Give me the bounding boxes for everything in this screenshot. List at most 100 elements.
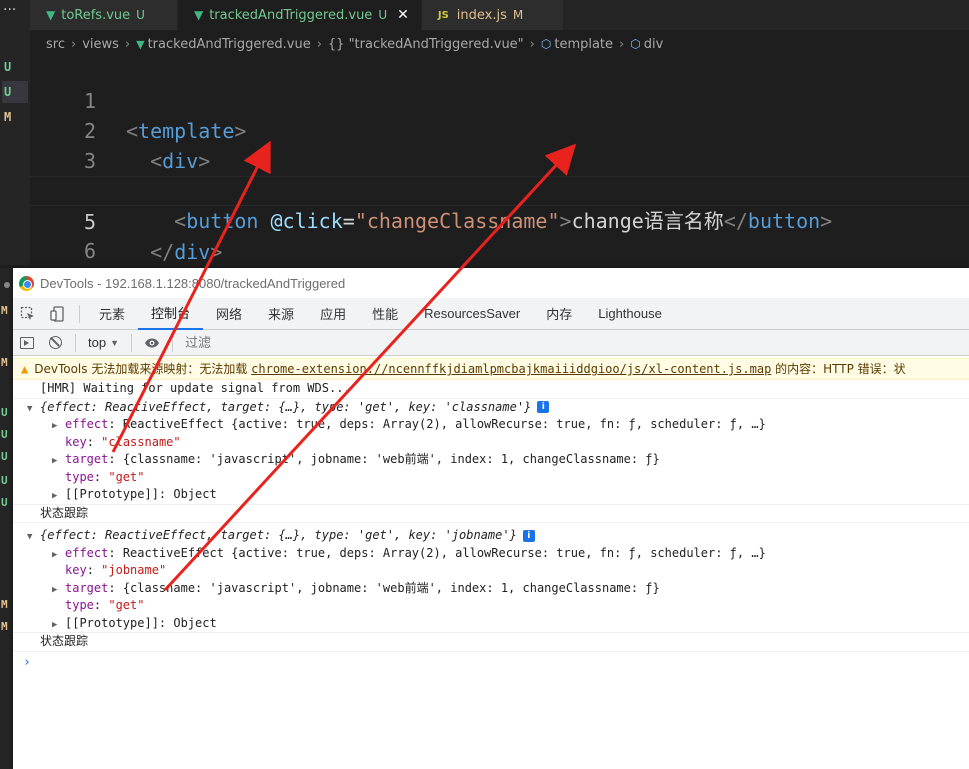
tab-lighthouse[interactable]: Lighthouse bbox=[585, 298, 675, 330]
symbol-cube-icon: ⬡ bbox=[540, 37, 552, 51]
expanded-triangle-icon: ▼ bbox=[27, 403, 33, 414]
sourcemap-link[interactable]: chrome-extension://ncennffkjdiamlpmcbajk… bbox=[251, 362, 771, 376]
tab-trackedandtriggered[interactable]: ▼ trackedAndTriggered.vue U ✕ bbox=[177, 0, 422, 30]
hmr-log: [HMR] Waiting for update signal from WDS… bbox=[40, 381, 351, 395]
property-row: key: "jobname" bbox=[65, 563, 167, 577]
collapsed-triangle-icon: ▶ bbox=[52, 584, 58, 595]
breadcrumb-item[interactable]: div bbox=[644, 37, 664, 52]
property-row[interactable]: ▶ target: {classname: 'javascript', jobna… bbox=[13, 451, 969, 469]
git-status-untracked: U bbox=[4, 60, 12, 74]
collapsed-triangle-icon: ▶ bbox=[52, 619, 58, 630]
property-row[interactable]: ▶ target: {classname: 'javascript', jobna… bbox=[13, 580, 969, 598]
devtools-panel-tabs: 元素 控制台 网络 来源 应用 性能 ResourcesSaver 内存 Lig… bbox=[13, 298, 969, 330]
info-icon[interactable]: i bbox=[522, 529, 535, 542]
object-summary[interactable]: ▼ {effect: ReactiveEffect, target: {…}, t… bbox=[13, 527, 969, 545]
js-file-icon: JS bbox=[437, 9, 449, 21]
tab-memory[interactable]: 内存 bbox=[533, 298, 585, 330]
code-line: 2 <div> bbox=[30, 86, 969, 173]
console-message: 状态跟踪 bbox=[13, 505, 969, 523]
breadcrumb-item[interactable]: views bbox=[82, 37, 119, 52]
tab-application[interactable]: 应用 bbox=[307, 298, 359, 330]
property-row[interactable]: ▶ effect: ReactiveEffect {active: true, d… bbox=[13, 416, 969, 434]
code-editor[interactable]: 1 <template> 2 <div> 3 <div>{{ classname… bbox=[30, 56, 969, 293]
git-status-untracked: U bbox=[1, 474, 8, 487]
breadcrumb-item[interactable]: template bbox=[554, 37, 613, 52]
devtools-titlebar: DevTools - 192.168.1.128:8080/trackedAnd… bbox=[13, 268, 969, 298]
breadcrumb-item[interactable]: src bbox=[46, 37, 65, 52]
sidebar-toggle-icon[interactable] bbox=[13, 330, 41, 356]
vue-file-icon: ▼ bbox=[46, 8, 56, 22]
close-icon[interactable]: ✕ bbox=[397, 7, 409, 23]
expanded-triangle-icon: ▼ bbox=[27, 532, 33, 542]
more-actions-icon[interactable]: ··· bbox=[3, 2, 16, 18]
git-status-untracked: U bbox=[1, 406, 8, 419]
git-status-modified: M bbox=[1, 620, 8, 633]
code-line: 6 </template> bbox=[30, 206, 969, 293]
git-status-untracked: U bbox=[1, 496, 8, 509]
symbol-cube-icon: ⬡ bbox=[630, 37, 641, 51]
context-selector[interactable]: top ▼ bbox=[82, 335, 125, 350]
chevron-right-icon: › bbox=[529, 36, 535, 52]
window-title: DevTools - 192.168.1.128:8080/trackedAnd… bbox=[40, 275, 346, 291]
property-row: type: "get" bbox=[65, 469, 145, 484]
state-tracking-log: 状态跟踪 bbox=[40, 505, 89, 520]
eye-icon[interactable] bbox=[138, 330, 166, 356]
tab-network[interactable]: 网络 bbox=[203, 298, 255, 330]
tab-sources[interactable]: 来源 bbox=[255, 298, 307, 330]
dot-icon bbox=[4, 282, 10, 288]
device-toolbar-icon[interactable] bbox=[43, 298, 73, 330]
chrome-icon bbox=[19, 275, 34, 291]
tab-torefs[interactable]: ▼ toRefs.vue U bbox=[30, 0, 178, 30]
property-row[interactable]: ▶ effect: ReactiveEffect {active: true, d… bbox=[13, 545, 969, 563]
git-status-modified: M bbox=[1, 598, 8, 611]
activity-bar: ··· U U M bbox=[0, 0, 30, 265]
console-object-log: ▼ {effect: ReactiveEffect, target: {…}, t… bbox=[13, 527, 969, 633]
tab-performance[interactable]: 性能 bbox=[359, 298, 411, 330]
git-status-untracked: U bbox=[2, 81, 28, 103]
inspect-element-icon[interactable] bbox=[13, 298, 43, 330]
tab-label: trackedAndTriggered.vue bbox=[209, 7, 373, 23]
git-status-modified: M bbox=[4, 110, 12, 124]
explorer-strip: M M U U U U U M M bbox=[0, 268, 13, 769]
chevron-right-icon: › bbox=[70, 36, 77, 52]
tab-label: toRefs.vue bbox=[61, 7, 131, 23]
divider bbox=[75, 333, 76, 352]
code-line: 7 bbox=[30, 236, 969, 293]
divider bbox=[79, 304, 80, 323]
prompt-chevron-icon: › bbox=[23, 654, 31, 670]
git-status-untracked: U bbox=[1, 450, 8, 463]
property-row: key: "classname" bbox=[65, 434, 181, 449]
vue-file-icon: ▼ bbox=[193, 8, 204, 22]
tab-index-js[interactable]: JS index.js M bbox=[421, 0, 565, 30]
editor-tab-bar: ▼ toRefs.vue U ▼ trackedAndTriggered.vue… bbox=[30, 0, 969, 30]
property-row[interactable]: ▶ [[Prototype]]: Object bbox=[13, 486, 969, 504]
git-status-modified: M bbox=[1, 304, 8, 317]
property-row[interactable]: ▶ [[Prototype]]: Object bbox=[13, 615, 969, 633]
breadcrumb-item[interactable]: {} "trackedAndTriggered.vue" bbox=[328, 37, 524, 52]
tab-elements[interactable]: 元素 bbox=[86, 298, 138, 330]
code-line: 4 <button @click="changeClassname">chang… bbox=[30, 146, 969, 233]
tab-console[interactable]: 控制台 bbox=[138, 298, 204, 330]
tab-git-state: U bbox=[378, 8, 388, 22]
collapsed-triangle-icon: ▶ bbox=[52, 456, 58, 466]
console-prompt[interactable]: › bbox=[13, 652, 969, 674]
console-object-log: ▼ {effect: ReactiveEffect, target: {…}, t… bbox=[13, 399, 969, 505]
divider bbox=[172, 333, 173, 352]
breadcrumb-item[interactable]: trackedAndTriggered.vue bbox=[148, 37, 311, 52]
state-tracking-log: 状态跟踪 bbox=[40, 634, 89, 648]
console-output: ▲ DevTools 无法加载来源映射：无法加载 chrome-extension… bbox=[13, 358, 969, 674]
caret-down-icon: ▼ bbox=[110, 337, 119, 348]
tab-git-state: M bbox=[512, 8, 524, 22]
object-summary[interactable]: ▼ {effect: ReactiveEffect, target: {…}, t… bbox=[13, 399, 969, 417]
tab-resourcessaver[interactable]: ResourcesSaver bbox=[411, 298, 533, 330]
breadcrumb: src › views › ▼ trackedAndTriggered.vue … bbox=[46, 34, 663, 54]
collapsed-triangle-icon: ▶ bbox=[52, 421, 58, 431]
collapsed-triangle-icon: ▶ bbox=[52, 491, 58, 501]
info-icon[interactable]: i bbox=[537, 401, 550, 413]
clear-console-icon[interactable] bbox=[41, 330, 69, 356]
property-row: type: "get" bbox=[65, 598, 145, 612]
chevron-right-icon: › bbox=[619, 36, 625, 52]
devtools-window: DevTools - 192.168.1.128:8080/trackedAnd… bbox=[13, 268, 969, 769]
filter-input[interactable] bbox=[185, 335, 485, 350]
console-toolbar: top ▼ bbox=[13, 330, 969, 356]
